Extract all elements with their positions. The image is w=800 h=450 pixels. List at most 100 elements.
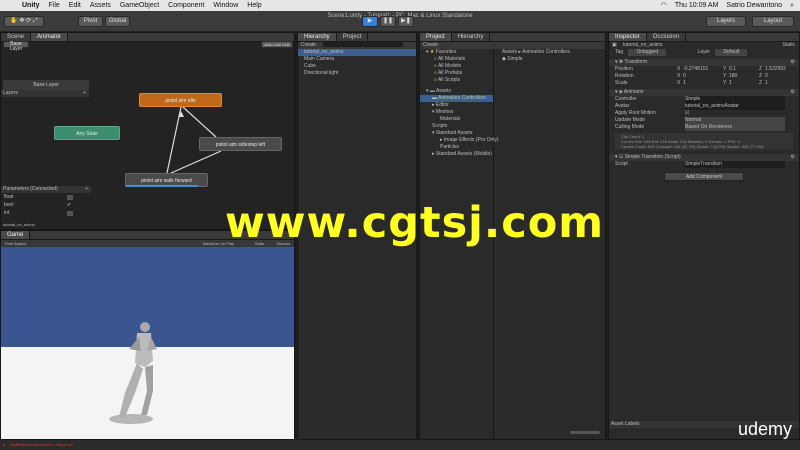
position-z[interactable]: 1.532992 bbox=[765, 66, 786, 73]
search-icon[interactable]: ⌕ bbox=[790, 0, 794, 11]
menu-edit[interactable]: Edit bbox=[69, 0, 81, 11]
param-int[interactable]: int bbox=[1, 210, 91, 217]
tab-hierarchy[interactable]: Hierarchy bbox=[298, 33, 337, 41]
param-bool[interactable]: bool ✔ bbox=[1, 202, 91, 209]
project-create-button[interactable]: Create bbox=[423, 42, 438, 48]
scale-y[interactable]: 1 bbox=[729, 80, 732, 87]
project-toolbar: Create bbox=[420, 42, 605, 49]
transition-sidestep-walk[interactable] bbox=[170, 150, 222, 174]
layers-dropdown[interactable]: Layers bbox=[706, 16, 746, 27]
thumbnail-size-slider[interactable] bbox=[570, 431, 600, 434]
avatar-field[interactable]: tutorial_no_animsAvatar bbox=[685, 103, 785, 110]
menu-gameobject[interactable]: GameObject bbox=[120, 0, 159, 11]
menu-assets[interactable]: Assets bbox=[90, 0, 111, 11]
gameobject-icon: ▣ bbox=[612, 42, 617, 48]
culling-mode-row: Culling Mode Based On Renderers bbox=[609, 124, 799, 131]
pause-button[interactable]: ❚❚ bbox=[380, 16, 396, 27]
global-toggle[interactable]: Global bbox=[105, 16, 130, 27]
status-bar[interactable]: ● NullReferenceException: Object ref... bbox=[0, 440, 800, 450]
controller-field[interactable]: Simple bbox=[685, 96, 785, 103]
hierarchy-item[interactable]: Main Camera bbox=[298, 56, 416, 63]
menu-component[interactable]: Component bbox=[168, 0, 204, 11]
project-file-simple[interactable]: ◆ Simple bbox=[496, 56, 604, 63]
inspector-tabbar: Inspector Occlusion bbox=[609, 33, 799, 42]
step-button[interactable]: ▶❚ bbox=[398, 16, 414, 27]
pivot-toggle[interactable]: Pivot bbox=[78, 16, 103, 27]
menu-window[interactable]: Window bbox=[213, 0, 238, 11]
error-icon: ● bbox=[3, 442, 6, 447]
script-field[interactable]: SimpleTransition bbox=[685, 161, 785, 168]
state-pistol-aim-sidestep-left[interactable]: pistol aim sidestep left bbox=[199, 137, 282, 151]
project-breadcrumb[interactable]: Assets ▸ Animation Controllers bbox=[496, 49, 604, 56]
hierarchy-tabbar: Hierarchy Project bbox=[298, 33, 416, 42]
layer-dropdown[interactable]: Default bbox=[715, 49, 748, 56]
hierarchy-item[interactable]: Directional light bbox=[298, 70, 416, 77]
object-name[interactable]: tutorial_no_anims bbox=[623, 42, 662, 48]
update-mode-dropdown[interactable]: Normal bbox=[685, 117, 785, 124]
hierarchy-create-button[interactable]: Create bbox=[301, 42, 316, 48]
favorite-item[interactable]: ⌕ All Models bbox=[420, 63, 493, 70]
tab-inspector[interactable]: Inspector bbox=[609, 33, 647, 41]
user-name[interactable]: Satrio Dewantono bbox=[726, 0, 782, 11]
animator-info-box: Clip Count: 1 Curves Pos: 216 Rot: 216 S… bbox=[615, 133, 793, 150]
folder-item[interactable]: ▸ Standard Assets (Mobile) bbox=[420, 151, 493, 158]
rotation-z[interactable]: 0 bbox=[765, 73, 768, 80]
folder-item[interactable]: Particles bbox=[420, 144, 493, 151]
hierarchy-item[interactable]: Cube bbox=[298, 63, 416, 70]
tab-hierarchy[interactable]: Hierarchy bbox=[452, 33, 491, 41]
add-parameter-icon[interactable]: + bbox=[85, 186, 88, 193]
favorites-header[interactable]: ▾ ★ Favorites bbox=[420, 49, 493, 56]
transition-idle-walk[interactable] bbox=[166, 106, 182, 174]
wifi-icon[interactable]: ◠ bbox=[661, 0, 667, 11]
tag-dropdown[interactable]: Untagged bbox=[628, 49, 667, 56]
rotation-y[interactable]: 180 bbox=[729, 73, 737, 80]
scale-x[interactable]: 1 bbox=[683, 80, 686, 87]
tag-layer-row: Tag Untagged Layer Default bbox=[609, 49, 799, 56]
tab-occlusion[interactable]: Occlusion bbox=[647, 33, 687, 41]
layout-dropdown[interactable]: Layout bbox=[752, 16, 794, 27]
tab-project[interactable]: Project bbox=[337, 33, 369, 41]
udemy-logo: udemy bbox=[737, 419, 792, 439]
folder-item[interactable]: Materials bbox=[420, 116, 493, 123]
script-component-header[interactable]: ▾ ☷ Simple Transition (Script) ⚙ bbox=[609, 154, 799, 161]
state-pistol-aim-idle[interactable]: pistol aim idle bbox=[139, 93, 222, 107]
culling-mode-dropdown[interactable]: Based On Renderers bbox=[685, 124, 785, 131]
rotation-x[interactable]: 0 bbox=[683, 73, 686, 80]
favorite-item[interactable]: ⌕ All Scripts bbox=[420, 77, 493, 84]
folder-item[interactable]: Scripts bbox=[420, 123, 493, 130]
hierarchy-search[interactable] bbox=[323, 42, 404, 48]
folder-item[interactable]: ▬ Animation Controllers bbox=[420, 95, 493, 102]
play-button[interactable]: ▶ bbox=[362, 16, 378, 27]
rotation-row: Rotation X 0 Y 180 Z 0 bbox=[615, 73, 768, 80]
object-header: ▣ tutorial_no_anims Static bbox=[609, 42, 799, 49]
state-any-state[interactable]: Any State bbox=[54, 126, 120, 140]
scale-z[interactable]: 1 bbox=[765, 80, 768, 87]
position-x[interactable]: -0.2748151 bbox=[683, 66, 708, 73]
gear-icon: ⚙ bbox=[790, 154, 795, 160]
favorite-item[interactable]: ⌕ All Prefabs bbox=[420, 70, 493, 77]
tab-game[interactable]: Game bbox=[1, 231, 31, 239]
root-motion-checkbox[interactable]: ☑ bbox=[685, 110, 689, 117]
position-y[interactable]: 0.1 bbox=[729, 66, 736, 73]
folder-item[interactable]: ▾ Meshes bbox=[420, 109, 493, 116]
clock[interactable]: Thu 10:09 AM bbox=[675, 0, 719, 11]
folder-item[interactable]: ▸ Editor bbox=[420, 102, 493, 109]
folder-item[interactable]: ▸ Image Effects (Pro Only) bbox=[420, 137, 499, 144]
static-toggle[interactable]: Static bbox=[782, 42, 795, 49]
param-float[interactable]: float bbox=[1, 194, 91, 201]
add-component-button[interactable]: Add Component bbox=[664, 172, 744, 181]
aspect-dropdown[interactable]: Free Aspect bbox=[5, 241, 26, 246]
animator-component-header[interactable]: ▾ ◈ Animator ⚙ bbox=[609, 89, 799, 96]
transform-tools[interactable]: ✋ ✥ ⟳ ⤢ bbox=[4, 16, 44, 27]
assets-header[interactable]: ▾ ▬ Assets bbox=[420, 88, 493, 95]
menu-help[interactable]: Help bbox=[247, 0, 261, 11]
hierarchy-item[interactable]: tutorial_no_anims bbox=[298, 49, 416, 56]
transition-idle-sidestep[interactable] bbox=[182, 106, 217, 138]
transform-header[interactable]: ▾ ✥ Transform ⚙ bbox=[609, 59, 799, 66]
folder-item[interactable]: ▾ Standard Assets bbox=[420, 130, 493, 137]
scale-row: Scale X 1 Y 1 Z 1 bbox=[615, 80, 768, 87]
menu-app[interactable]: Unity bbox=[22, 0, 40, 11]
favorite-item[interactable]: ⌕ All Materials bbox=[420, 56, 493, 63]
menu-file[interactable]: File bbox=[49, 0, 60, 11]
tab-project[interactable]: Project bbox=[420, 33, 452, 41]
